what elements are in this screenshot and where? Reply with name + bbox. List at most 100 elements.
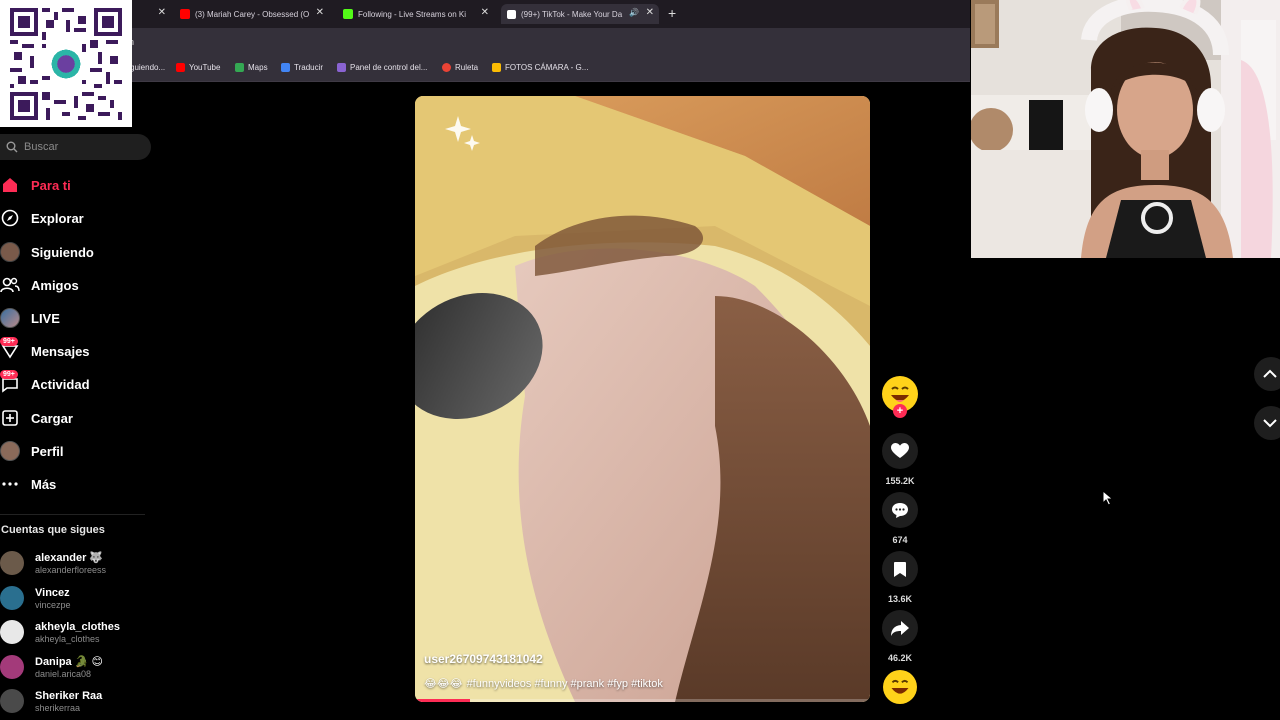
- bookmark-fotos[interactable]: FOTOS CÁMARA - G...: [492, 63, 588, 72]
- like-count: 155.2K: [885, 476, 915, 486]
- close-tab-icon[interactable]: ✕: [158, 7, 166, 18]
- save-action[interactable]: 13.6K: [880, 551, 920, 604]
- panel-icon: [337, 63, 346, 72]
- followed-account[interactable]: alexander 🐺 alexanderfloreess: [0, 548, 106, 578]
- speaker-icon[interactable]: 🔊: [629, 8, 639, 17]
- following-avatar-icon: [0, 242, 20, 262]
- nav-label: Mensajes: [31, 343, 90, 359]
- nav-cargar[interactable]: Cargar: [0, 406, 73, 430]
- translate-icon: [281, 63, 290, 72]
- search-icon: [6, 141, 18, 153]
- video-caption: 😂😂😂 #funnyvideos #funny #prank #fyp #tik…: [424, 677, 663, 691]
- browser-tab-bar: ✕ (3) Mariah Carey - Obsessed (O ✕ Follo…: [0, 0, 970, 28]
- nav-mensajes[interactable]: 99+ Mensajes: [0, 337, 90, 363]
- nav-para-ti[interactable]: Para ti: [0, 173, 71, 197]
- bookmark-siguiendo[interactable]: guiendo...: [130, 63, 165, 72]
- tiktok-icon: [507, 9, 516, 19]
- messages-badge: 99+: [0, 337, 18, 346]
- tab-label: (3) Mariah Carey - Obsessed (O: [195, 9, 310, 19]
- tab-previous[interactable]: ✕: [148, 4, 166, 24]
- youtube-icon: [180, 9, 190, 19]
- video-player[interactable]: user26709743181042 😂😂😂 #funnyvideos #fun…: [415, 96, 870, 702]
- nav-siguiendo[interactable]: Siguiendo: [0, 240, 94, 264]
- like-button[interactable]: [882, 433, 918, 469]
- bookmark-panel[interactable]: Panel de control del...: [337, 63, 427, 72]
- avatar: [0, 551, 24, 575]
- comment-button[interactable]: [882, 492, 918, 528]
- sidebar-divider: [0, 514, 145, 515]
- bookmarks-bar: guiendo... YouTube Maps Traducir Panel d…: [0, 56, 970, 82]
- nav-label: Perfil: [31, 443, 64, 459]
- maps-icon: [235, 63, 244, 72]
- next-video-button[interactable]: [1254, 406, 1280, 440]
- tab-label: (99+) TikTok - Make Your Da: [521, 9, 623, 19]
- drive-icon: [492, 63, 501, 72]
- followed-account[interactable]: Vincez vincezpe: [0, 583, 71, 613]
- tab-label: Following - Live Streams on Ki: [358, 9, 467, 19]
- chevron-down-icon: [1263, 419, 1277, 428]
- followed-account[interactable]: Danipa 🐊 😊 daniel.arica08: [0, 652, 103, 682]
- share-button[interactable]: [882, 610, 918, 646]
- streamer-webcam: [971, 0, 1280, 258]
- bookmark-ruleta[interactable]: Ruleta: [442, 63, 478, 72]
- save-button[interactable]: [882, 551, 918, 587]
- messages-icon: 99+: [0, 337, 20, 361]
- caption-hashtags[interactable]: #funnyvideos #funny #prank #fyp #tiktok: [467, 678, 663, 690]
- nav-label: Amigos: [31, 277, 79, 293]
- nav-amigos[interactable]: Amigos: [0, 273, 79, 297]
- close-tab-icon[interactable]: ✕: [646, 7, 654, 18]
- avatar: [0, 586, 24, 610]
- nav-label: Actividad: [31, 376, 90, 392]
- address-bar[interactable]: n: [0, 28, 970, 56]
- followed-account[interactable]: akheyla_clothes akheyla_clothes: [0, 617, 120, 647]
- friends-icon: [0, 275, 20, 295]
- nav-live[interactable]: LIVE: [0, 306, 60, 330]
- activity-icon: 99+: [0, 370, 20, 394]
- activity-badge: 99+: [0, 370, 18, 379]
- video-username[interactable]: user26709743181042: [424, 652, 543, 666]
- share-action[interactable]: 46.2K: [880, 610, 920, 663]
- nav-label: Siguiendo: [31, 244, 94, 260]
- nav-label: Cargar: [31, 410, 73, 426]
- video-progress-bar[interactable]: [415, 699, 870, 702]
- laughing-face-icon: [883, 670, 917, 704]
- bookmark-maps[interactable]: Maps: [235, 63, 268, 72]
- share-icon: [891, 620, 909, 636]
- yape-qr-code: [0, 0, 132, 127]
- follow-button[interactable]: +: [893, 404, 907, 418]
- search-input[interactable]: [24, 141, 134, 153]
- bookmark-traducir[interactable]: Traducir: [281, 63, 323, 72]
- mouse-cursor-icon: [1102, 490, 1114, 506]
- youtube-icon: [176, 63, 185, 72]
- nav-label: Para ti: [31, 177, 71, 193]
- new-tab-button[interactable]: +: [668, 5, 676, 21]
- roulette-icon: [442, 63, 451, 72]
- more-icon: [0, 474, 20, 494]
- nav-label: Más: [31, 476, 57, 492]
- nav-perfil[interactable]: Perfil: [0, 439, 64, 463]
- profile-avatar-icon: [0, 441, 20, 461]
- avatar: [0, 620, 24, 644]
- followed-account[interactable]: Sheriker Raa sherikerraa: [0, 686, 102, 716]
- nav-actividad[interactable]: 99+ Actividad: [0, 370, 90, 396]
- comment-icon: [892, 503, 908, 518]
- qr-code-icon: [10, 8, 122, 120]
- tab-tiktok[interactable]: (99+) TikTok - Make Your Da 🔊 ✕: [501, 4, 659, 24]
- like-action[interactable]: 155.2K: [880, 433, 920, 486]
- close-tab-icon[interactable]: ✕: [481, 7, 489, 18]
- search-bar[interactable]: [0, 134, 151, 160]
- video-progress-fill: [415, 699, 470, 702]
- tab-kick[interactable]: Following - Live Streams on Ki ✕: [343, 4, 493, 24]
- nav-explorar[interactable]: Explorar: [0, 206, 84, 230]
- music-disc[interactable]: [883, 670, 917, 704]
- chevron-up-icon: [1263, 369, 1277, 378]
- previous-video-button[interactable]: [1254, 357, 1280, 391]
- bookmark-youtube[interactable]: YouTube: [176, 63, 220, 72]
- video-frame-ice-cream: [415, 96, 870, 702]
- nav-mas[interactable]: Más: [0, 472, 56, 496]
- kick-icon: [343, 9, 353, 19]
- comment-action[interactable]: 674: [880, 492, 920, 545]
- save-count: 13.6K: [887, 594, 913, 604]
- tab-youtube[interactable]: (3) Mariah Carey - Obsessed (O ✕: [180, 4, 326, 24]
- close-tab-icon[interactable]: ✕: [316, 7, 324, 18]
